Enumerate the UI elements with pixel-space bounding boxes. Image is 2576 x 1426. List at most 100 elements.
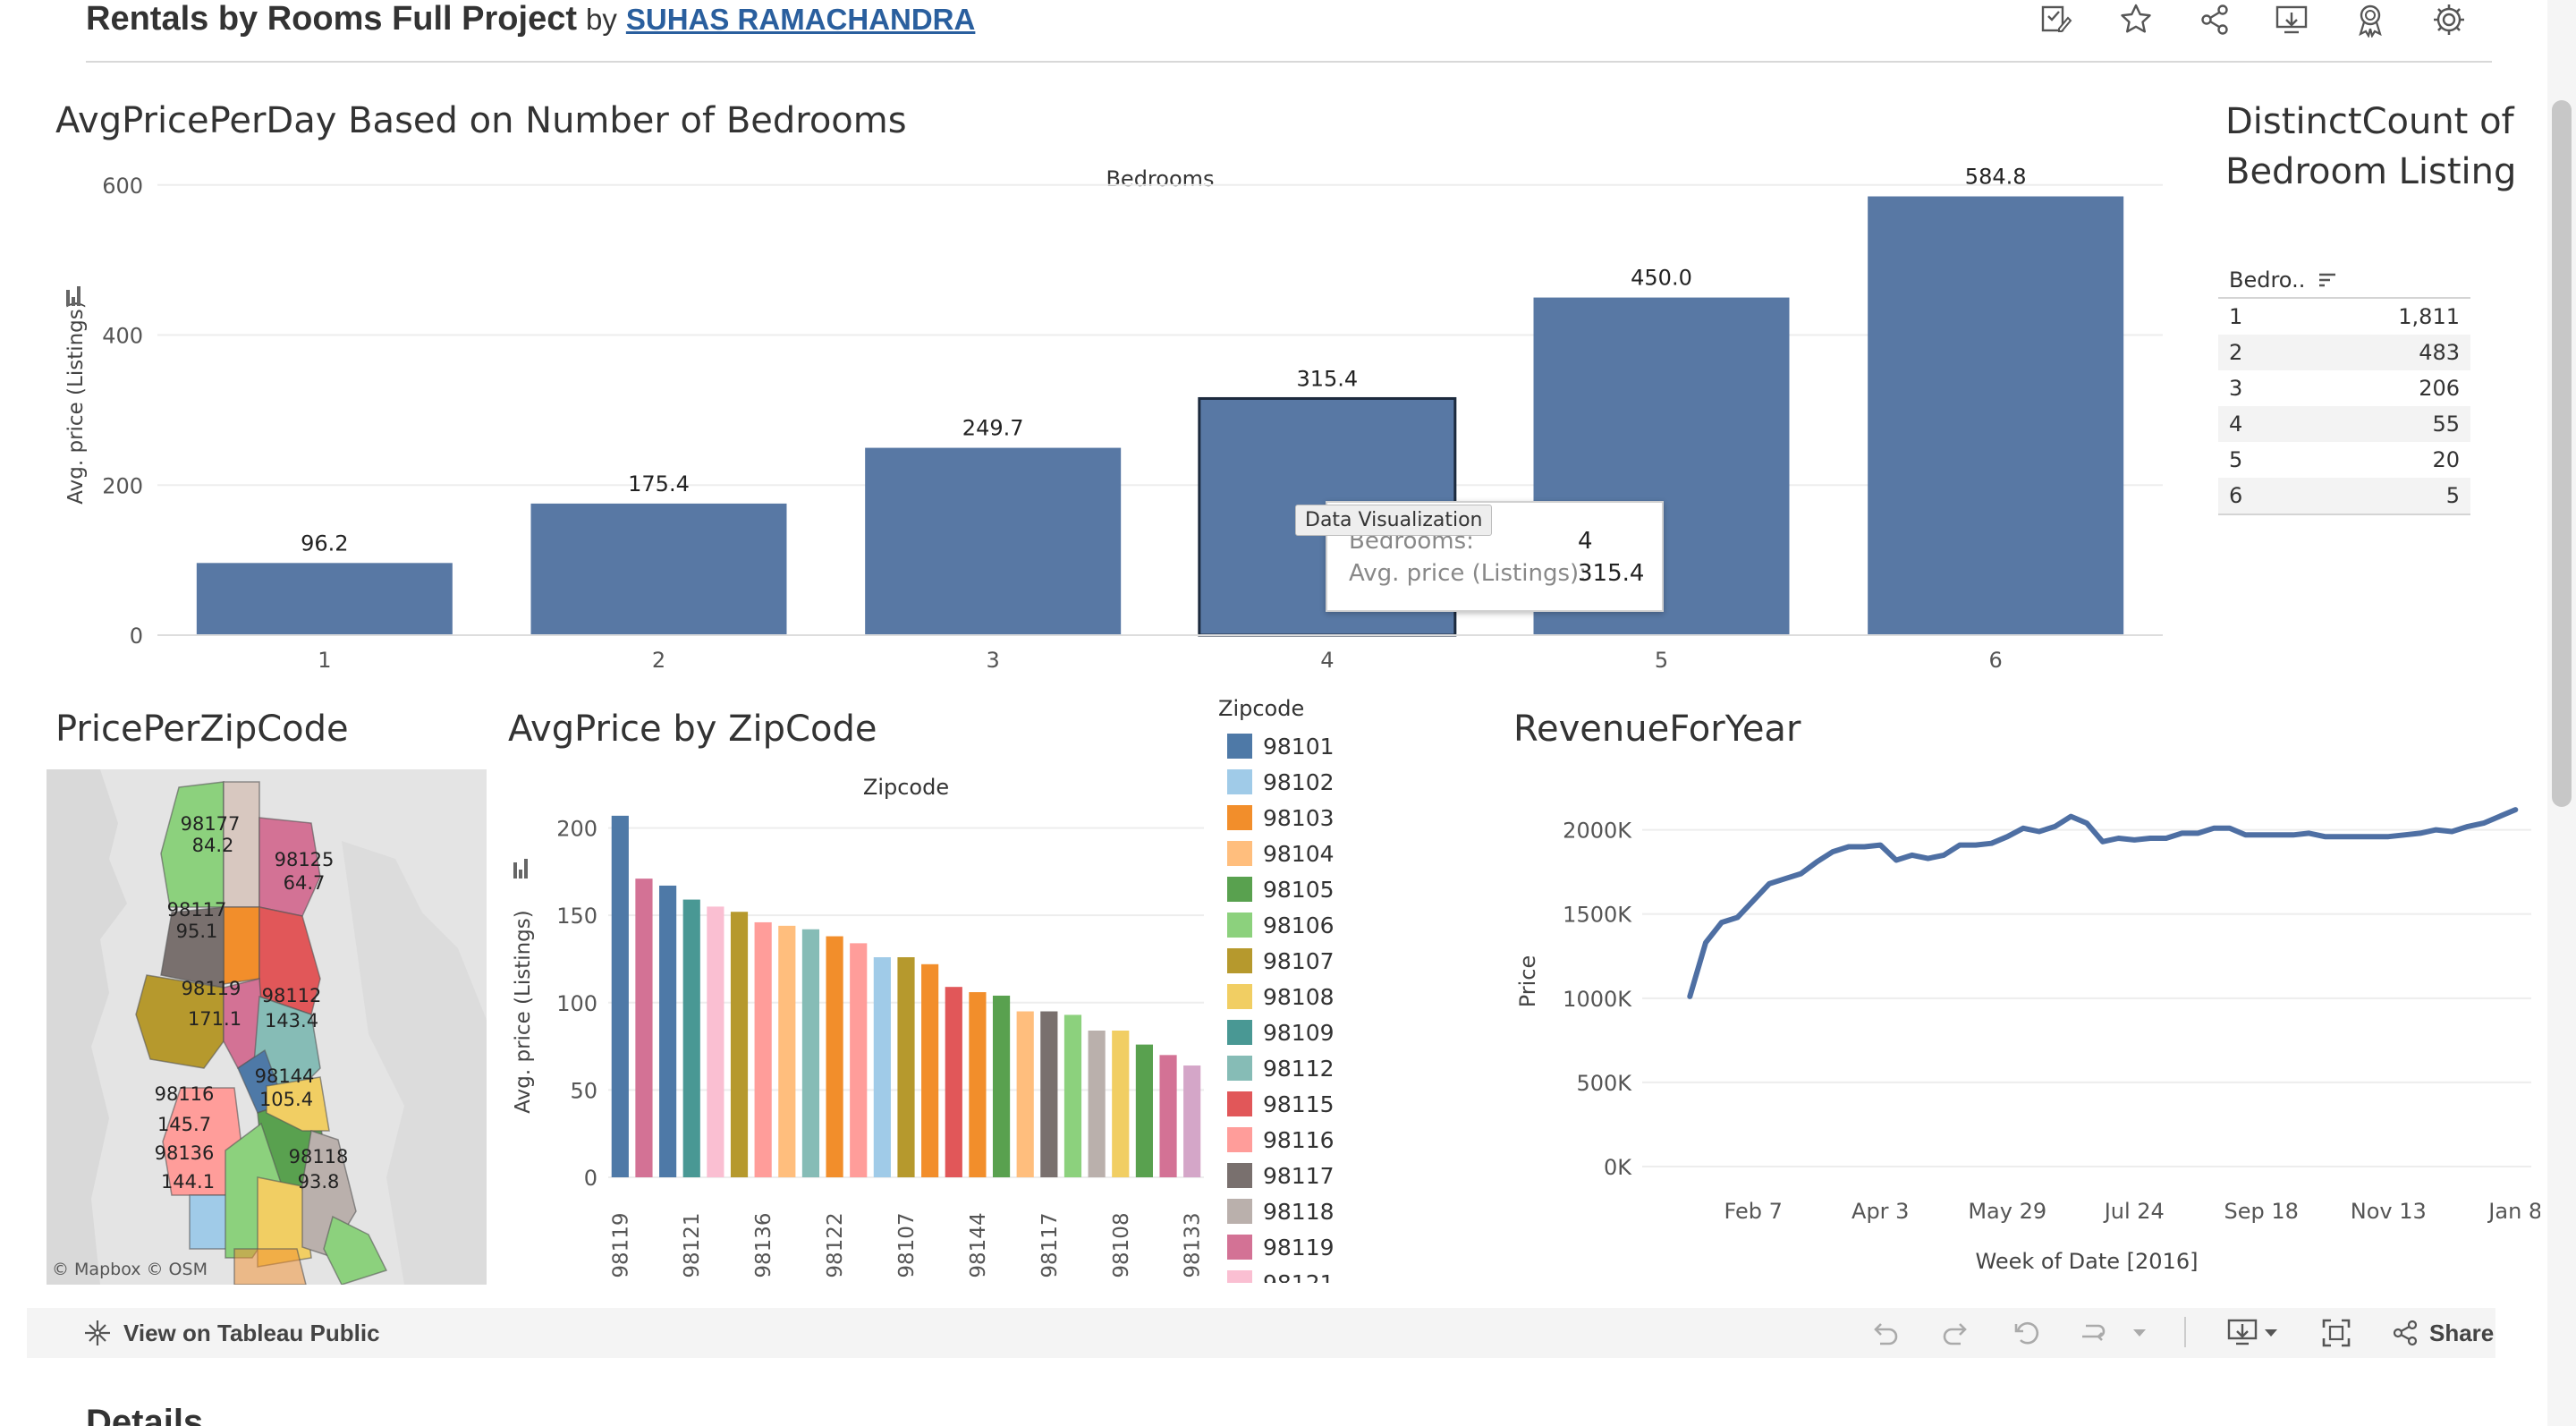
zip-bar-title: AvgPrice by ZipCode <box>508 709 877 750</box>
column-header-bedrooms[interactable]: Bedro.. <box>2229 267 2305 293</box>
legend-item[interactable]: 98118 <box>1218 1193 1451 1229</box>
award-icon[interactable] <box>2351 0 2390 39</box>
map-value-label: 84.2 <box>192 835 234 856</box>
map-canvas[interactable]: 9817784.2 9812564.7 9811795.1 98119 171.1 981… <box>47 769 487 1285</box>
legend-item[interactable]: 98112 <box>1218 1050 1451 1086</box>
bar <box>1183 1065 1201 1177</box>
series-line <box>1687 807 2519 999</box>
legend-swatch <box>1227 1270 1252 1283</box>
legend-item[interactable]: 98106 <box>1218 907 1451 943</box>
table-cell-count: 483 <box>2419 340 2460 365</box>
legend-label: 98121 <box>1263 1269 1335 1284</box>
revert-icon[interactable] <box>2007 1313 2046 1353</box>
fullscreen-icon[interactable] <box>2317 1313 2356 1353</box>
legend-item[interactable]: 98108 <box>1218 979 1451 1014</box>
legend-item[interactable]: 98103 <box>1218 800 1451 836</box>
y-tick-label: 0 <box>130 624 143 649</box>
toolbar-divider <box>2184 1317 2186 1347</box>
workbook-title: Rentals by Rooms Full Project <box>86 0 577 38</box>
share-icon[interactable] <box>2195 0 2234 39</box>
x-tick-label: 6 <box>1989 648 2003 673</box>
zipcode-map[interactable]: 98177 84.2 98125 64.7 98117 95.1 98119 171.1 981… <box>47 769 487 1285</box>
x-tick-label: 2 <box>652 648 665 673</box>
x-tick-label: Apr 3 <box>1852 1199 1909 1224</box>
y-tick-label: 0 <box>584 1166 597 1191</box>
legend-swatch <box>1227 1199 1252 1224</box>
tooltip-value-price: 315.4 <box>1578 560 1645 587</box>
details-heading: Details <box>86 1403 204 1426</box>
table-row[interactable]: 3 206 <box>2218 370 2470 406</box>
legend-item[interactable]: 98105 <box>1218 871 1451 907</box>
y-tick-label: 200 <box>102 473 143 498</box>
gear-icon[interactable] <box>2429 0 2469 39</box>
bedrooms-bar-chart[interactable]: Bedrooms 0 200 400 600 Avg. price (Listings) 9… <box>0 152 2182 689</box>
scrollbar-thumb[interactable] <box>2552 100 2572 807</box>
legend-item[interactable]: 98101 <box>1218 728 1451 764</box>
star-icon[interactable] <box>2116 0 2156 39</box>
bar <box>1112 1031 1130 1177</box>
bar <box>1135 1044 1153 1177</box>
legend-item[interactable]: 98115 <box>1218 1086 1451 1122</box>
legend-item[interactable]: 98116 <box>1218 1122 1451 1158</box>
zipcode-legend[interactable]: Zipcode 98101 98102 98103 98104 98105 98106 98… <box>1218 692 1451 1283</box>
map-value-label: 143.4 <box>265 1010 318 1031</box>
table-header[interactable]: Bedro.. <box>2218 263 2470 299</box>
bar <box>1063 1014 1082 1177</box>
legend-items[interactable]: 98101 98102 98103 98104 98105 98106 98107 98108… <box>1218 728 1451 1283</box>
x-tick-label: 1 <box>318 648 331 673</box>
by-label: by <box>586 3 617 36</box>
revenue-line-chart[interactable]: 0K 500K 1000K 1500K 2000K Price Feb 7 Apr 3 May … <box>1503 769 2540 1288</box>
y-tick-label: 600 <box>102 174 143 199</box>
legend-label: 98112 <box>1263 1055 1335 1082</box>
y-axis-title: Avg. price (Listings) <box>64 301 88 504</box>
refresh-dropdown-icon[interactable] <box>2129 1313 2150 1353</box>
legend-label: 98107 <box>1263 947 1335 974</box>
bar <box>1868 196 2124 635</box>
x-tick-label: 5 <box>1655 648 1668 673</box>
table-row[interactable]: 1 1,811 <box>2218 299 2470 335</box>
header-divider <box>86 61 2492 63</box>
distinct-count-title: DistinctCount of Bedroom Listing <box>2225 101 2517 192</box>
legend-item[interactable]: 98107 <box>1218 943 1451 979</box>
map-zip-label: 98117 <box>167 899 227 921</box>
bar <box>850 943 868 1177</box>
table-row[interactable]: 4 55 <box>2218 406 2470 442</box>
edit-icon[interactable] <box>2036 0 2075 39</box>
map-zip-label: 98136 <box>155 1142 215 1164</box>
download-icon[interactable] <box>2272 0 2311 39</box>
legend-label: 98116 <box>1263 1126 1335 1153</box>
table-row[interactable]: 65 <box>2218 478 2470 514</box>
bar <box>635 879 653 1177</box>
download-menu-icon[interactable] <box>2225 1313 2284 1353</box>
x-tick-label: Jan 8 <box>2487 1199 2540 1224</box>
data-label: 584.8 <box>1965 165 2027 190</box>
y-axis-sort-icon <box>513 859 528 879</box>
table-row[interactable]: 5 20 <box>2218 442 2470 478</box>
zip-bar-chart[interactable]: Zipcode 0 50 100 150 200 Avg. price (Listings)… <box>501 760 1216 1297</box>
refresh-icon[interactable] <box>2073 1313 2113 1353</box>
table-row[interactable]: 2 483 <box>2218 335 2470 370</box>
bar <box>530 503 787 635</box>
y-tick-label: 50 <box>570 1078 597 1103</box>
share-button[interactable]: Share <box>2390 1315 2494 1351</box>
legend-item[interactable]: 98102 <box>1218 764 1451 800</box>
legend-item[interactable]: 98109 <box>1218 1014 1451 1050</box>
share-label: Share <box>2429 1319 2495 1346</box>
bar <box>707 906 724 1177</box>
legend-item[interactable]: 98121 <box>1218 1265 1451 1283</box>
legend-label: 98118 <box>1263 1198 1335 1225</box>
redo-icon[interactable] <box>1936 1313 1975 1353</box>
data-visualization-badge: Data Visualization <box>1295 505 1493 536</box>
view-on-tableau-button[interactable]: View on Tableau Public <box>82 1315 380 1351</box>
legend-item[interactable]: 98104 <box>1218 836 1451 871</box>
undo-icon[interactable] <box>1866 1313 1905 1353</box>
sort-icon[interactable] <box>2318 271 2339 289</box>
legend-item[interactable]: 98117 <box>1218 1158 1451 1193</box>
legend-item[interactable]: 98119 <box>1218 1229 1451 1265</box>
bar <box>1016 1011 1034 1177</box>
legend-label: 98117 <box>1263 1162 1335 1189</box>
map-credit[interactable]: © Mapbox © OSM <box>52 1260 208 1279</box>
bar <box>730 912 749 1177</box>
author-link[interactable]: SUHAS RAMACHANDRA <box>626 3 976 36</box>
x-tick-label: 98117 <box>1038 1212 1062 1277</box>
